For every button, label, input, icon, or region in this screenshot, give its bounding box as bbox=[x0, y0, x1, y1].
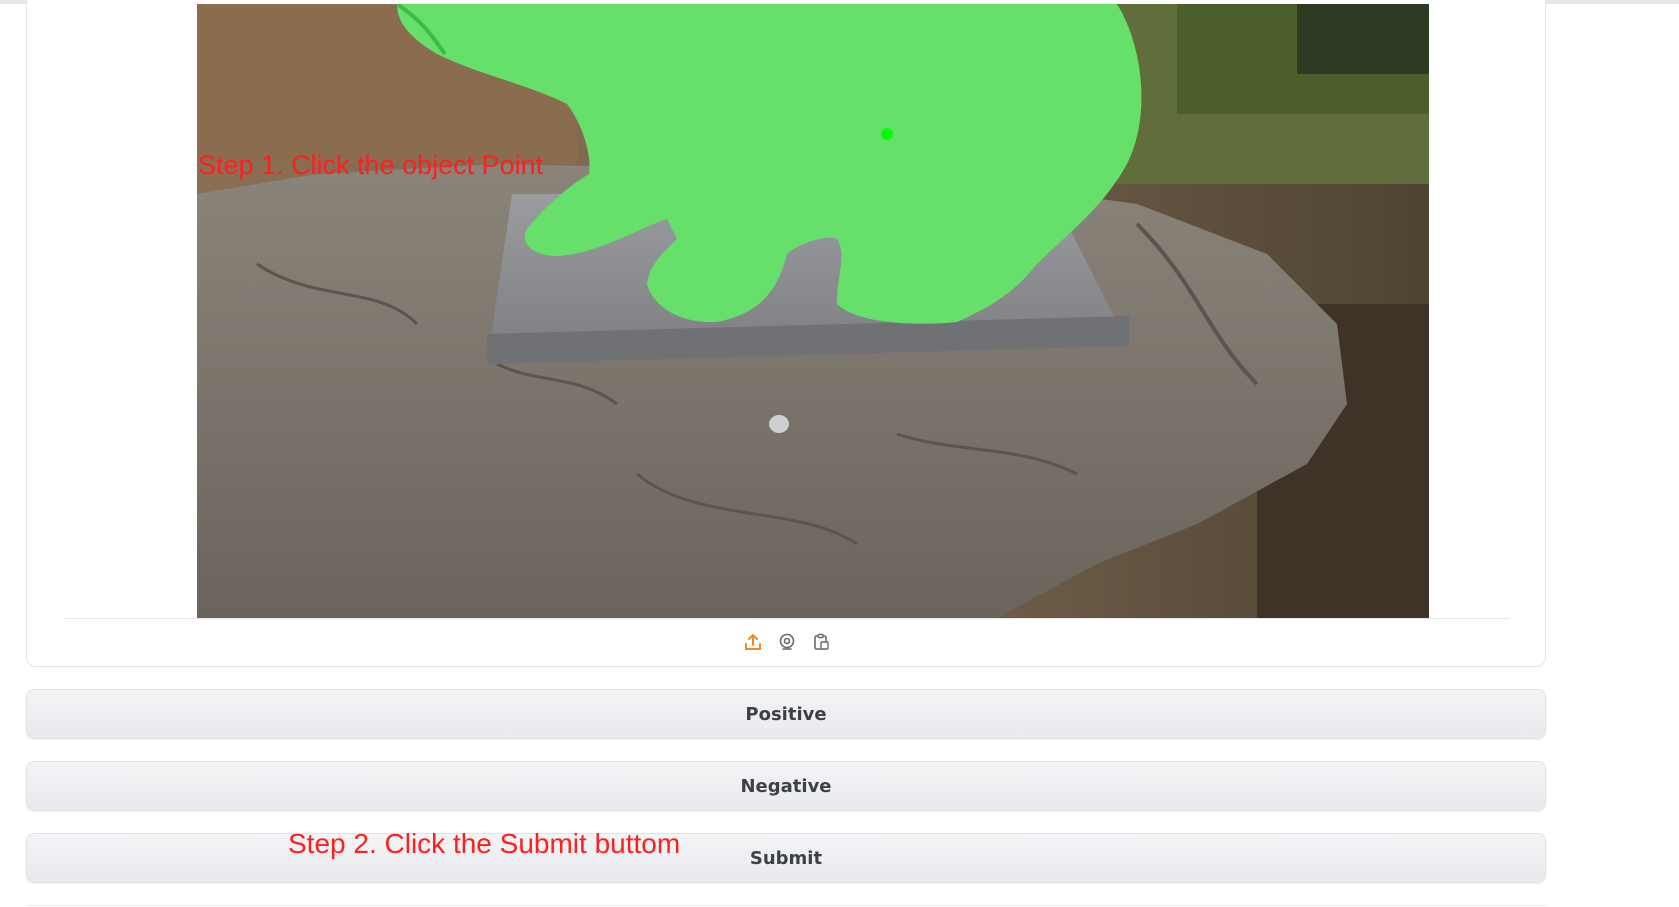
bottom-divider bbox=[26, 905, 1546, 906]
upload-icon[interactable] bbox=[741, 630, 765, 654]
submit-button[interactable]: Submit bbox=[26, 833, 1546, 883]
step1-annotation: Step 1. Click the object Point bbox=[198, 150, 544, 180]
positive-button[interactable]: Positive bbox=[26, 689, 1546, 739]
image-source-toolbar bbox=[27, 630, 1547, 656]
clipboard-paste-icon[interactable] bbox=[809, 630, 833, 654]
webcam-icon[interactable] bbox=[775, 630, 799, 654]
negative-button[interactable]: Negative bbox=[26, 761, 1546, 811]
image-divider bbox=[65, 618, 1510, 619]
segmentation-image[interactable] bbox=[197, 4, 1429, 618]
step2-annotation: Step 2. Click the Submit buttom bbox=[288, 828, 681, 859]
image-editor-panel bbox=[26, 0, 1546, 667]
